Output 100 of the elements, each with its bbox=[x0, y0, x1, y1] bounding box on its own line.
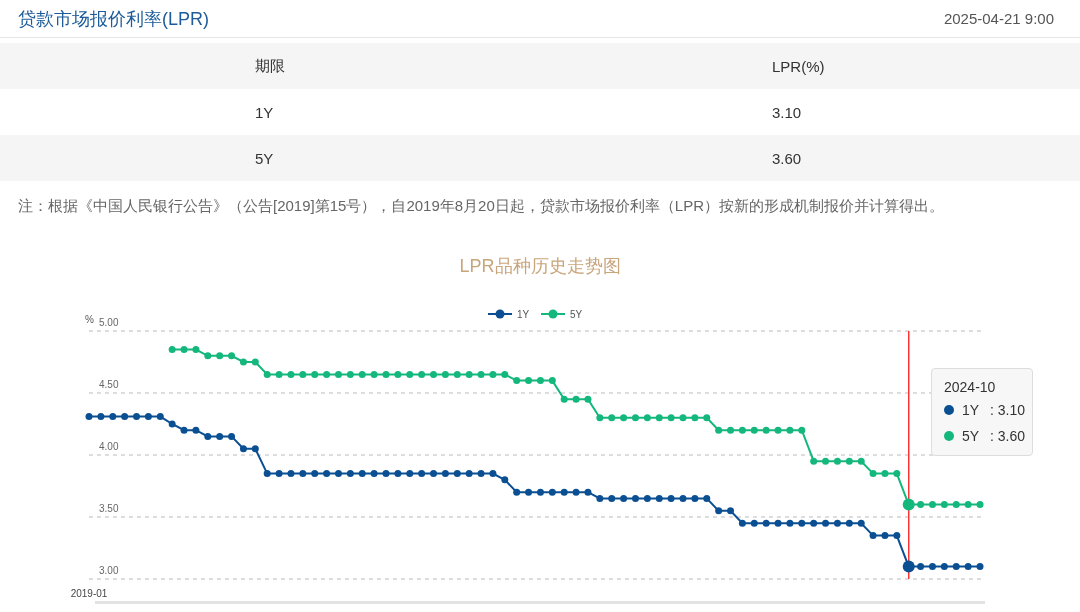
data-point[interactable] bbox=[643, 494, 651, 502]
legend-line-icon[interactable] bbox=[487, 309, 513, 319]
legend-label[interactable]: 5Y bbox=[570, 309, 583, 320]
data-point[interactable] bbox=[762, 519, 770, 527]
y-axis-label: 3.50 bbox=[99, 503, 119, 514]
data-point[interactable] bbox=[881, 532, 889, 540]
data-point[interactable] bbox=[857, 519, 865, 527]
data-point[interactable] bbox=[263, 470, 271, 478]
data-point[interactable] bbox=[453, 470, 461, 478]
chart-title: LPR品种历史走势图 bbox=[459, 256, 621, 276]
data-point[interactable] bbox=[501, 476, 509, 484]
data-point[interactable] bbox=[192, 426, 200, 434]
data-point[interactable] bbox=[667, 494, 675, 502]
data-point[interactable] bbox=[952, 563, 960, 571]
data-point[interactable] bbox=[323, 470, 331, 478]
data-point[interactable] bbox=[786, 519, 794, 527]
data-point[interactable] bbox=[430, 470, 437, 478]
data-point[interactable] bbox=[168, 420, 176, 428]
data-point[interactable] bbox=[358, 470, 366, 478]
data-point[interactable] bbox=[489, 470, 497, 478]
data-point[interactable] bbox=[121, 413, 129, 421]
data-point[interactable] bbox=[156, 413, 164, 421]
data-point[interactable] bbox=[964, 563, 972, 571]
y-axis-label: 4.50 bbox=[99, 379, 119, 390]
data-point[interactable] bbox=[929, 563, 936, 571]
series-name: 5Y bbox=[962, 428, 981, 444]
data-point[interactable] bbox=[180, 426, 188, 434]
data-point[interactable] bbox=[584, 488, 592, 496]
data-point[interactable] bbox=[715, 507, 723, 515]
data-point[interactable] bbox=[774, 519, 782, 527]
y-axis-label: 3.00 bbox=[99, 565, 119, 576]
page-title: 贷款市场报价利率(LPR) bbox=[18, 7, 209, 31]
data-point[interactable] bbox=[144, 413, 152, 421]
data-point[interactable] bbox=[311, 470, 319, 478]
data-point[interactable] bbox=[893, 532, 901, 540]
data-point[interactable] bbox=[370, 470, 378, 478]
y-axis-label: 4.00 bbox=[99, 441, 119, 452]
data-point[interactable] bbox=[406, 470, 414, 478]
data-point[interactable] bbox=[620, 494, 628, 502]
data-point[interactable] bbox=[727, 507, 734, 515]
data-point[interactable] bbox=[97, 413, 105, 421]
data-point[interactable] bbox=[798, 519, 806, 527]
data-point[interactable] bbox=[251, 445, 259, 453]
data-point[interactable] bbox=[133, 413, 140, 421]
data-point[interactable] bbox=[940, 563, 948, 571]
data-point[interactable] bbox=[204, 432, 212, 440]
series-name: 1Y bbox=[962, 402, 981, 418]
data-point[interactable] bbox=[902, 560, 915, 573]
data-point[interactable] bbox=[287, 470, 295, 478]
data-point[interactable] bbox=[822, 519, 830, 527]
data-point[interactable] bbox=[548, 488, 556, 496]
data-point[interactable] bbox=[750, 519, 758, 527]
data-point[interactable] bbox=[596, 494, 604, 502]
data-point[interactable] bbox=[738, 519, 746, 527]
data-point[interactable] bbox=[869, 532, 877, 540]
data-point[interactable] bbox=[85, 413, 93, 421]
data-point[interactable] bbox=[810, 519, 818, 527]
data-point[interactable] bbox=[216, 432, 224, 440]
data-point[interactable] bbox=[833, 519, 841, 527]
y-axis-label: 5.00 bbox=[99, 317, 119, 328]
data-point[interactable] bbox=[441, 470, 449, 478]
table-cell: 1Y bbox=[255, 103, 274, 121]
data-point[interactable] bbox=[608, 494, 616, 502]
data-point[interactable] bbox=[465, 470, 473, 478]
data-point[interactable] bbox=[976, 563, 984, 571]
footnote: 注：根据《中国人民银行公告》（公告[2019]第15号），自2019年8月20日起，贷款市场报价利率（LPR）按新的形成机制报价并计算得出。 bbox=[18, 197, 945, 216]
data-point[interactable] bbox=[418, 470, 426, 478]
data-point[interactable] bbox=[560, 488, 568, 496]
data-point[interactable] bbox=[109, 413, 117, 421]
data-point[interactable] bbox=[513, 488, 521, 496]
data-point[interactable] bbox=[239, 445, 247, 453]
table-cell: 5Y bbox=[255, 149, 274, 167]
data-point[interactable] bbox=[703, 494, 711, 502]
series-value: : 3.60 bbox=[990, 428, 1026, 444]
series-value: : 3.10 bbox=[990, 402, 1026, 418]
data-point[interactable] bbox=[477, 470, 485, 478]
tooltip-title: 2024-10 bbox=[944, 379, 997, 395]
table-cell: 3.10 bbox=[772, 103, 802, 121]
column-header: LPR(%) bbox=[772, 57, 825, 75]
data-point[interactable] bbox=[382, 470, 390, 478]
data-point[interactable] bbox=[335, 470, 342, 478]
data-point[interactable] bbox=[917, 563, 925, 571]
data-point[interactable] bbox=[275, 470, 283, 478]
data-point[interactable] bbox=[845, 519, 853, 527]
data-point[interactable] bbox=[525, 488, 533, 496]
legend-label[interactable]: 1Y bbox=[517, 309, 530, 320]
data-point[interactable] bbox=[394, 470, 402, 478]
data-point[interactable] bbox=[536, 488, 544, 496]
column-header: 期限 bbox=[255, 56, 285, 76]
timestamp: 2025-04-21 9:00 bbox=[943, 10, 1054, 27]
data-point[interactable] bbox=[679, 494, 687, 502]
data-point[interactable] bbox=[632, 494, 639, 502]
data-point[interactable] bbox=[572, 488, 580, 496]
data-point[interactable] bbox=[228, 432, 236, 440]
data-point[interactable] bbox=[299, 470, 307, 478]
data-point[interactable] bbox=[691, 494, 699, 502]
y-axis-unit: % bbox=[85, 314, 94, 325]
data-point[interactable] bbox=[346, 470, 354, 478]
x-axis-label: 2019-01 bbox=[70, 588, 108, 599]
data-point[interactable] bbox=[655, 494, 663, 502]
